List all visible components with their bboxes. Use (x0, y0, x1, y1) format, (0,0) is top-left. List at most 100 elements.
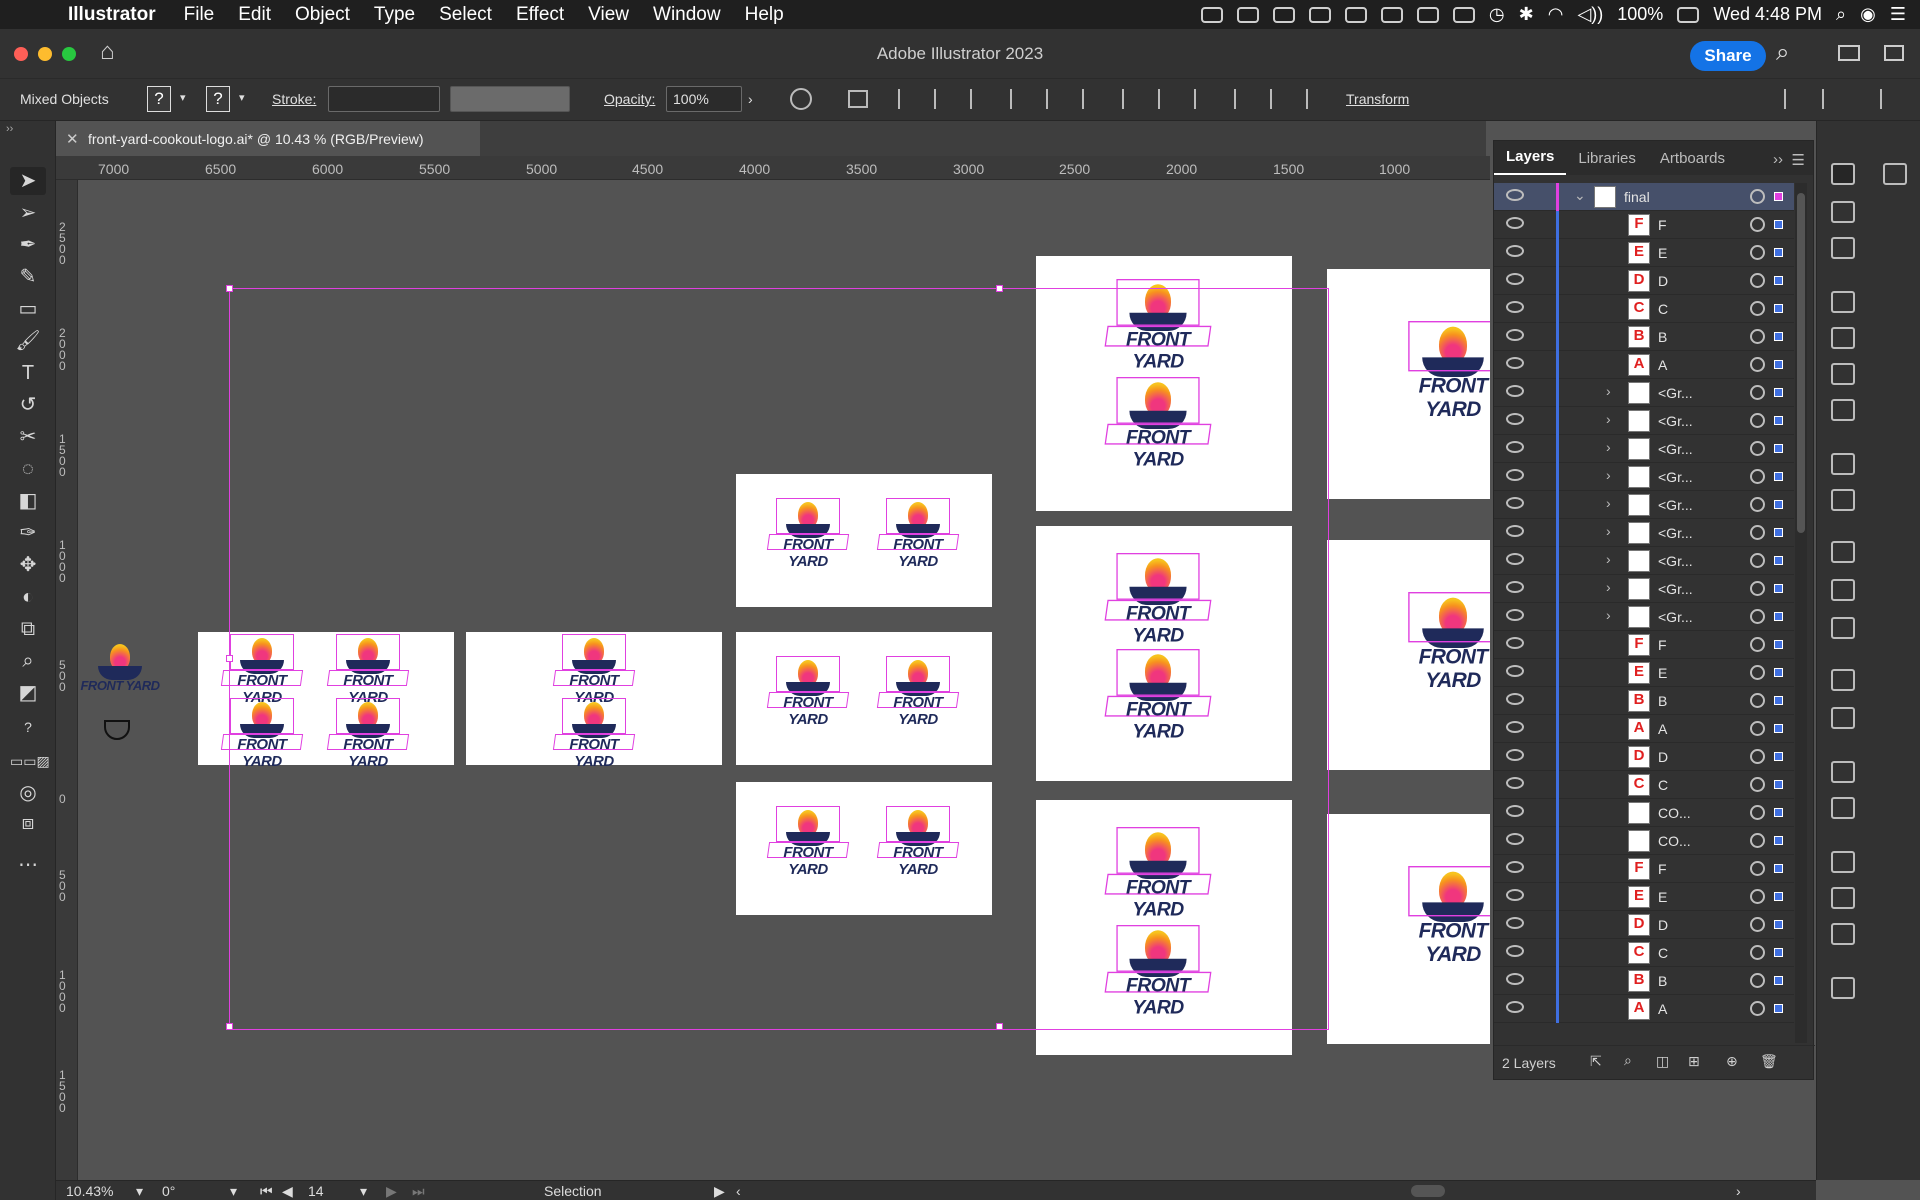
target-icon[interactable] (1750, 693, 1765, 708)
align-middle-icon[interactable] (1046, 89, 1068, 109)
type-tool-icon[interactable]: T (10, 359, 46, 387)
document-tab[interactable]: ✕ front-yard-cookout-logo.ai* @ 10.43 % … (56, 121, 480, 156)
menu-view[interactable]: View (588, 4, 629, 26)
zoom-level[interactable]: 10.43% (66, 1183, 113, 1199)
layer-name[interactable]: CO... (1658, 833, 1691, 849)
glyphs-icon[interactable] (1831, 399, 1855, 421)
chevron-right-icon[interactable]: › (1606, 467, 1611, 483)
eye-icon[interactable] (1506, 777, 1524, 789)
pen-tool-icon[interactable]: ✒ (10, 231, 46, 259)
target-icon[interactable] (1750, 749, 1765, 764)
target-icon[interactable] (1750, 497, 1765, 512)
artboard[interactable]: FRONT YARD (1327, 269, 1490, 499)
opacity-field[interactable]: 100% (666, 86, 742, 112)
gradient-icon[interactable] (1831, 797, 1855, 819)
eye-icon[interactable] (1506, 945, 1524, 957)
layer-row[interactable]: AA (1494, 995, 1794, 1023)
layer-row[interactable]: FF (1494, 855, 1794, 883)
layer-name[interactable]: final (1624, 189, 1650, 205)
layer-name[interactable]: <Gr... (1658, 469, 1693, 485)
eye-icon[interactable] (1506, 357, 1524, 369)
target-icon[interactable] (1750, 301, 1765, 316)
selection-indicator[interactable] (1774, 612, 1783, 621)
layer-row[interactable]: CC (1494, 771, 1794, 799)
eye-icon[interactable] (1506, 329, 1524, 341)
layer-name[interactable]: <Gr... (1658, 385, 1693, 401)
menu-effect[interactable]: Effect (516, 4, 564, 26)
bluetooth-icon[interactable]: ✱ (1519, 4, 1534, 25)
selection-indicator[interactable] (1774, 864, 1783, 873)
chevron-right-icon[interactable]: › (1606, 411, 1611, 427)
symbols-icon[interactable] (1831, 579, 1855, 601)
menu-type[interactable]: Type (374, 4, 415, 26)
transform-box-icon[interactable] (848, 90, 868, 108)
arrange-icon[interactable] (1822, 89, 1844, 109)
eye-icon[interactable] (1506, 805, 1524, 817)
layer-name[interactable]: F (1658, 861, 1667, 877)
libraries-icon[interactable] (1831, 201, 1855, 223)
chevron-right-icon[interactable]: › (1606, 579, 1611, 595)
color-icon[interactable] (1831, 669, 1855, 691)
eye-icon[interactable] (1506, 245, 1524, 257)
clock[interactable]: Wed 4:48 PM (1713, 4, 1822, 25)
curvature-tool-icon[interactable]: ✎ (10, 263, 46, 291)
tab-libraries[interactable]: Libraries (1566, 150, 1648, 175)
layer-row[interactable]: DD (1494, 911, 1794, 939)
align-right-icon[interactable] (970, 89, 992, 109)
selection-indicator[interactable] (1774, 584, 1783, 593)
siri-icon[interactable]: ◉ (1860, 4, 1876, 25)
eye-icon[interactable] (1506, 497, 1524, 509)
chevron-down-icon[interactable]: ▾ (230, 1183, 237, 1200)
tab-layers[interactable]: Layers (1494, 148, 1567, 175)
creative-cloud-icon[interactable] (1200, 6, 1223, 23)
layer-row[interactable]: › <Gr... (1494, 491, 1794, 519)
layer-name[interactable]: B (1658, 973, 1667, 989)
selection-indicator[interactable] (1774, 668, 1783, 677)
cards-icon[interactable] (1416, 6, 1439, 23)
layer-row[interactable]: › <Gr... (1494, 463, 1794, 491)
panels-icon[interactable] (1884, 45, 1904, 61)
chevron-right-icon[interactable]: › (748, 91, 753, 107)
layer-row[interactable]: › <Gr... (1494, 379, 1794, 407)
selection-indicator[interactable] (1774, 920, 1783, 929)
drive-icon[interactable] (1344, 6, 1367, 23)
selection-indicator[interactable] (1774, 500, 1783, 509)
align-left-icon[interactable] (898, 89, 920, 109)
control-menu-icon[interactable] (1880, 89, 1902, 109)
target-icon[interactable] (1750, 413, 1765, 428)
chevron-down-icon[interactable]: ▾ (136, 1183, 143, 1200)
chevron-down-icon[interactable]: ⌄ (1574, 187, 1586, 204)
menu-app-name[interactable]: Illustrator (68, 4, 156, 26)
selection-indicator[interactable] (1774, 556, 1783, 565)
eye-icon[interactable] (1506, 525, 1524, 537)
prev-artboard-icon[interactable]: ◀ (282, 1183, 293, 1200)
target-icon[interactable] (1750, 525, 1765, 540)
asset-export-icon[interactable] (1831, 977, 1855, 999)
selection-indicator[interactable] (1774, 528, 1783, 537)
chevron-down-icon[interactable]: ▾ (239, 91, 245, 104)
target-icon[interactable] (1750, 973, 1765, 988)
layer-row[interactable]: › <Gr... (1494, 547, 1794, 575)
layer-row[interactable]: › <Gr... (1494, 435, 1794, 463)
target-icon[interactable] (1750, 441, 1765, 456)
eye-icon[interactable] (1506, 217, 1524, 229)
eye-icon[interactable] (1506, 189, 1524, 201)
target-icon[interactable] (1750, 889, 1765, 904)
eye-icon[interactable] (1506, 581, 1524, 593)
puppet-warp-tool-icon[interactable]: ✥ (10, 551, 46, 579)
lasso-tool-icon[interactable]: ◌ (10, 455, 46, 483)
character-icon[interactable] (1831, 291, 1855, 313)
scrollbar-thumb[interactable] (1797, 193, 1805, 533)
layer-row[interactable]: CO... (1494, 799, 1794, 827)
layer-name[interactable]: D (1658, 749, 1668, 765)
horizontal-ruler[interactable]: 7000 6500 6000 5500 5000 4500 4000 3500 … (56, 156, 1490, 180)
eye-icon[interactable] (1506, 665, 1524, 677)
layer-row[interactable]: DD (1494, 743, 1794, 771)
stroke-label[interactable]: Stroke: (272, 91, 316, 107)
selection-indicator[interactable] (1774, 304, 1783, 313)
layer-name[interactable]: <Gr... (1658, 525, 1693, 541)
layer-name[interactable]: F (1658, 217, 1667, 233)
selection-indicator[interactable] (1774, 416, 1783, 425)
first-artboard-icon[interactable]: ⏮ (260, 1183, 273, 1200)
selection-indicator[interactable] (1774, 220, 1783, 229)
